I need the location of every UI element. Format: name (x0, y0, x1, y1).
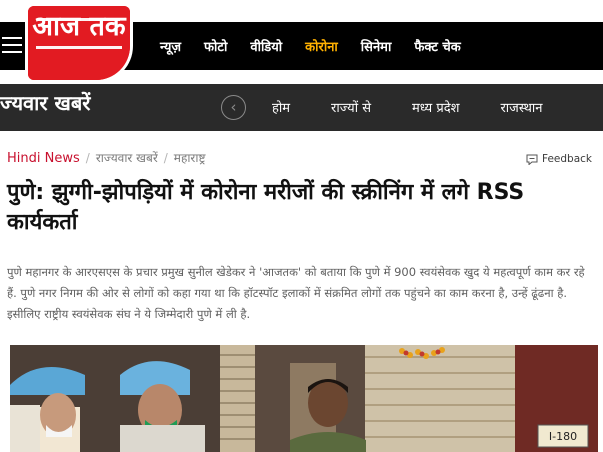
feedback-label: Feedback (542, 153, 593, 165)
article-summary: पुणे महानगर के आरएसएस के प्रचार प्रमुख स… (7, 265, 585, 321)
article-headline: पुणे: झुग्गी-झोपड़ियों में कोरोना मरीजों… (7, 180, 525, 235)
feedback-icon (526, 154, 538, 165)
photo-sign-text: I-180 (549, 430, 577, 443)
nav-item-cinema[interactable]: सिनेमा (361, 37, 392, 55)
state-nav-rajasthan[interactable]: राजस्थान (500, 98, 542, 116)
article-photo[interactable]: I-180 (10, 345, 598, 452)
menu-icon[interactable] (2, 37, 22, 55)
breadcrumb-home[interactable]: Hindi News (7, 151, 80, 166)
state-nav-madhya-pradesh[interactable]: मध्य प्रदेश (412, 98, 459, 116)
nav-item-video[interactable]: वीडियो (250, 37, 282, 55)
nav-item-photo[interactable]: फोटो (204, 37, 227, 55)
state-nav-states[interactable]: राज्यों से (331, 98, 371, 116)
nav-item-corona[interactable]: कोरोना (305, 37, 338, 55)
breadcrumb-separator: / (85, 151, 90, 165)
state-nav-home[interactable]: होम (272, 98, 290, 116)
article-photo-graphic: I-180 (10, 345, 598, 452)
state-news-title: ज्यवार खबरें (0, 91, 91, 115)
main-nav: न्यूज़ फोटो वीडियो कोरोना सिनेमा फैक्ट च… (160, 34, 484, 58)
breadcrumb-separator: / (163, 151, 168, 165)
state-nav: होम राज्यों से मध्य प्रदेश राजस्थान (272, 98, 584, 116)
nav-item-fact-check[interactable]: फैक्ट चेक (414, 37, 460, 55)
chevron-left-icon[interactable]: ‹ (221, 95, 246, 120)
breadcrumb-current[interactable]: महाराष्ट्र (174, 151, 206, 165)
aajtak-logo[interactable]: आज तक (28, 6, 130, 80)
site-header: आज तक न्यूज़ फोटो वीडियो कोरोना सिनेमा फ… (0, 0, 603, 84)
breadcrumb-section[interactable]: राज्यवार खबरें (96, 151, 158, 165)
feedback-button[interactable]: Feedback (526, 153, 592, 165)
state-news-bar: ज्यवार खबरें ‹ होम राज्यों से मध्य प्रदे… (0, 84, 603, 131)
nav-item-news[interactable]: न्यूज़ (160, 37, 181, 55)
logo-text: आज तक (32, 11, 126, 42)
breadcrumb: Hindi News / राज्यवार खबरें / महाराष्ट्र (7, 149, 205, 166)
